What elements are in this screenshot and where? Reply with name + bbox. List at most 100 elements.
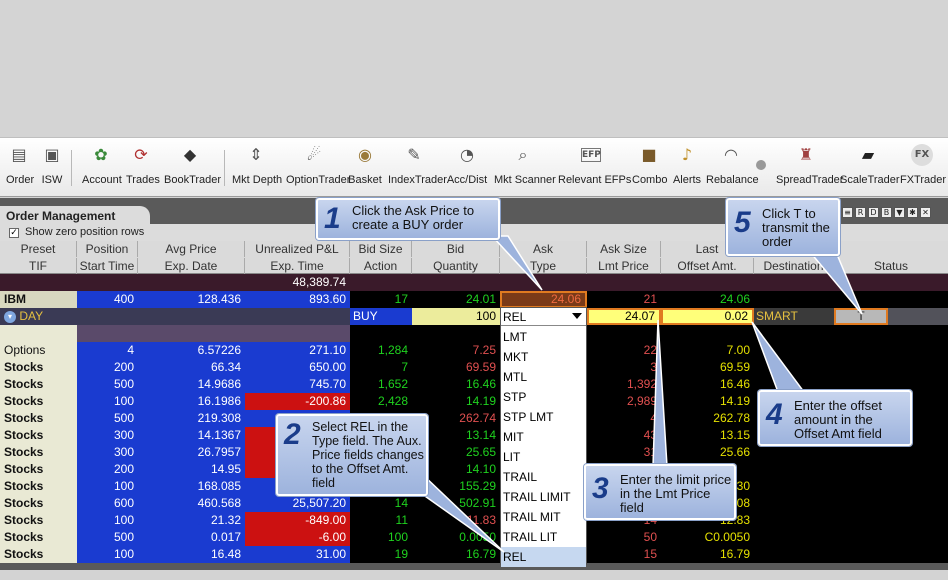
order-type-option[interactable]: STP LMT <box>501 407 586 427</box>
account-button[interactable]: ✿ Account <box>82 144 122 194</box>
order-type-option[interactable]: STP <box>501 387 586 407</box>
d-icon[interactable]: D <box>868 207 879 218</box>
col-unrealized-pnl[interactable]: Unrealized P&L <box>245 241 350 257</box>
ask-size-cell: 21 <box>587 291 661 308</box>
position-cell: 100 <box>77 512 138 529</box>
callout-2-pointer <box>421 472 505 553</box>
order-button[interactable]: ▤ Order <box>6 144 34 194</box>
col-exp-time[interactable]: Exp. Time <box>245 258 350 274</box>
list-icon[interactable]: ≡ <box>842 207 853 218</box>
col-preset[interactable]: Preset <box>0 241 77 257</box>
tif-cell[interactable]: ▾ DAY <box>0 308 350 325</box>
fxtrader-button[interactable]: FX FXTrader <box>900 144 946 194</box>
col-lmt-price[interactable]: Lmt Price <box>587 258 661 274</box>
table-row[interactable]: Stocks 300 26.7957 25.65 31 25.66 <box>0 444 948 461</box>
order-type-option[interactable]: MIT <box>501 427 586 447</box>
total-pnl: 48,389.74 <box>245 274 350 291</box>
mkt-scanner-button[interactable]: ⌕ Mkt Scanner <box>494 144 556 194</box>
avg-price-cell: 460.568 <box>138 495 245 512</box>
position-cell: 100 <box>77 546 138 563</box>
last-cell: 14.19 <box>661 393 754 410</box>
last-cell: 25.66 <box>661 444 754 461</box>
filter-icon[interactable]: ▼ <box>894 207 905 218</box>
avg-price-cell: 21.32 <box>138 512 245 529</box>
mkt-scanner-icon: ⌕ <box>518 145 528 164</box>
col-quantity[interactable]: Quantity <box>412 258 500 274</box>
order-type-option[interactable]: TRAIL LIMIT <box>501 487 586 507</box>
col-start-time[interactable]: Start Time <box>77 258 138 274</box>
order-type-option[interactable]: TRAIL MIT <box>501 507 586 527</box>
bid-size-cell[interactable]: 17 <box>350 291 412 308</box>
booktrader-button[interactable]: ◆ BookTrader <box>164 144 221 194</box>
col-ask-size[interactable]: Ask Size <box>587 241 661 257</box>
chevron-down-icon[interactable] <box>572 313 582 319</box>
callout-1-pointer <box>490 235 543 291</box>
avg-price-cell: 66.34 <box>138 359 245 376</box>
order-type-option[interactable]: MTL <box>501 367 586 387</box>
alerts-button[interactable]: ♪ Alerts <box>672 144 702 194</box>
show-zero-checkbox[interactable]: ✓ <box>9 228 19 238</box>
r-icon[interactable]: R <box>855 207 866 218</box>
rebalance-button[interactable]: ◠ Rebalance <box>706 144 759 194</box>
offset-amt-field[interactable]: 0.02 <box>661 308 754 325</box>
callout-4-number: 4 <box>766 398 783 431</box>
position-cell: 500 <box>77 376 138 393</box>
col-bid[interactable]: Bid <box>412 241 500 257</box>
ask-size-cell: 50 <box>587 529 661 546</box>
col-avg-price[interactable]: Avg Price <box>138 241 245 257</box>
avg-price-cell: 128.436 <box>138 291 245 308</box>
isw-button[interactable]: ▣ ISW <box>38 144 66 194</box>
order-type-dropdown[interactable]: REL LMT MKT MTL STP STP LMT MIT LIT TRAIL TRAIL … <box>500 307 587 567</box>
order-type-option[interactable]: LIT <box>501 447 586 467</box>
spreadtrader-icon: ♜ <box>798 145 814 164</box>
position-cell: 500 <box>77 410 138 427</box>
trades-button[interactable]: ⟳ Trades <box>126 144 160 194</box>
indextrader-button[interactable]: ✎ IndexTrader <box>388 144 447 194</box>
pnl-cell: 25,507.20 <box>245 495 350 512</box>
col-tif[interactable]: TIF <box>0 258 77 274</box>
destination-cell <box>754 478 948 495</box>
symbol-cell: Stocks <box>0 376 77 393</box>
quantity-cell[interactable]: 100 <box>412 308 500 325</box>
col-offset-amt[interactable]: Offset Amt. <box>661 258 754 274</box>
bid-cell[interactable]: 24.01 <box>412 291 500 308</box>
callout-4: 4 Enter the offset amount in the Offset … <box>758 390 912 446</box>
action-cell[interactable]: BUY <box>350 308 412 325</box>
optiontrader-button[interactable]: ☄ OptionTrader <box>286 144 350 194</box>
spreadtrader-button[interactable]: ♜ SpreadTrader <box>776 144 843 194</box>
col-bid-size[interactable]: Bid Size <box>350 241 412 257</box>
b-icon[interactable]: B <box>881 207 892 218</box>
position-cell: 200 <box>77 359 138 376</box>
basket-button[interactable]: ◉ Basket <box>348 144 382 194</box>
bid-size-cell: 1,284 <box>350 342 412 359</box>
order-type-option[interactable]: LMT <box>501 327 586 347</box>
order-type-select[interactable]: REL <box>501 308 586 326</box>
efp-icon: EFP <box>581 148 601 162</box>
acc-dist-button[interactable]: ◔ Acc/Dist <box>446 144 488 194</box>
callout-3-text: Enter the limit price in the Lmt Price f… <box>620 472 732 515</box>
avg-price-cell: 16.48 <box>138 546 245 563</box>
expand-icon[interactable]: ▾ <box>4 310 16 323</box>
avg-price-cell: 0.017 <box>138 529 245 546</box>
acc-dist-icon: ◔ <box>460 145 474 164</box>
tif-value: DAY <box>19 309 44 323</box>
col-position[interactable]: Position <box>77 241 138 257</box>
scaletrader-button[interactable]: ▰ ScaleTrader <box>840 144 900 194</box>
panel-title: Order Management <box>0 206 150 226</box>
order-type-option[interactable]: REL <box>501 547 586 567</box>
close-icon[interactable]: ✕ <box>920 207 931 218</box>
col-exp-date[interactable]: Exp. Date <box>138 258 245 274</box>
symbol-cell: Stocks <box>0 359 77 376</box>
mkt-depth-button[interactable]: ⇕ Mkt Depth <box>232 144 282 194</box>
order-type-option[interactable]: MKT <box>501 347 586 367</box>
toolbar-more-button[interactable] <box>756 160 768 174</box>
order-type-option[interactable]: TRAIL <box>501 467 586 487</box>
booktrader-icon: ◆ <box>183 145 197 164</box>
relevant-efps-button[interactable]: EFP Relevant EFPs <box>558 144 631 194</box>
settings-icon[interactable]: ✱ <box>907 207 918 218</box>
last-cell: 13.15 <box>661 427 754 444</box>
combo-button[interactable]: ■ Combo <box>632 144 667 194</box>
col-action[interactable]: Action <box>350 258 412 274</box>
order-type-option[interactable]: TRAIL LIT <box>501 527 586 547</box>
avg-price-cell: 219.308 <box>138 410 245 427</box>
